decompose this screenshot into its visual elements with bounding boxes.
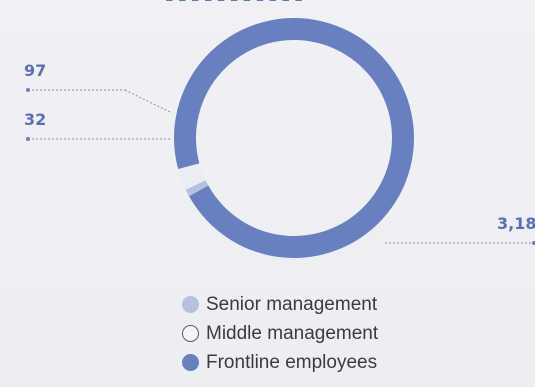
clipped-title-fragment: ▪ ▪ ▪ ▪ ▪ ▪ ▪ ▪ ▪ ▪ ▪ (165, 0, 303, 5)
callout-dot-middle (26, 88, 30, 92)
data-label-middle: 97 (24, 61, 46, 80)
legend-label-middle: Middle management (206, 322, 379, 344)
legend-item-senior: Senior management (182, 290, 378, 319)
callouts: 97 32 3,181 (24, 61, 535, 245)
callout-line-middle-diag (124, 89, 171, 113)
legend-swatch-frontline (182, 354, 199, 371)
legend-item-middle: Middle management (182, 319, 378, 348)
legend-swatch-middle (182, 325, 199, 342)
callout-dot-senior (26, 137, 30, 141)
legend-item-frontline: Frontline employees (182, 348, 378, 377)
legend-label-senior: Senior management (206, 293, 378, 315)
legend-label-frontline: Frontline employees (206, 351, 378, 373)
data-label-frontline: 3,181 (497, 214, 535, 233)
donut-slices (173, 17, 415, 258)
legend: Senior management Middle management Fron… (182, 290, 378, 377)
data-label-senior: 32 (24, 110, 46, 129)
donut-slice-frontline-employees (173, 17, 415, 258)
legend-swatch-senior (182, 296, 199, 313)
